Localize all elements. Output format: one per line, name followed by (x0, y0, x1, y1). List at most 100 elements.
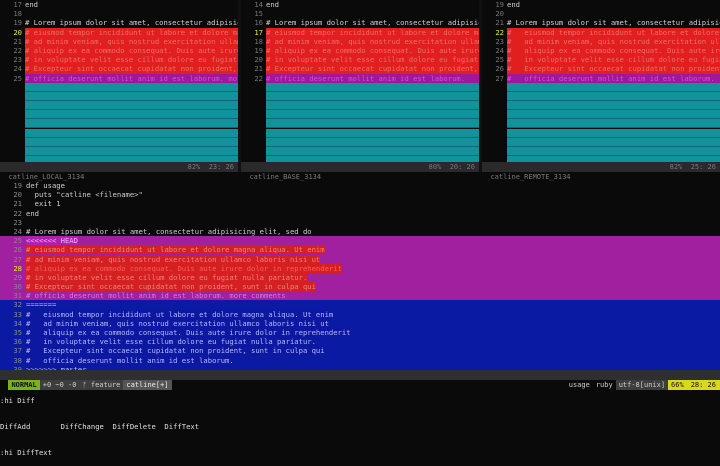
line-number: 23 (13, 217, 22, 227)
command-line[interactable]: :hi Diff DiffAdd DiffChange DiffDelete D… (0, 380, 720, 466)
line-text: <<<<<<< HEAD (26, 236, 78, 246)
line-number: 22 (13, 45, 22, 55)
code-line: 22 # officia deserunt mollit anim id est … (241, 73, 479, 83)
line-text: # Excepteur sint occaecat cupidatat non … (507, 64, 720, 74)
code-line: 19 # Lorem ipsum dolor sit amet, consecte… (0, 18, 238, 27)
line-text: # Lorem ipsum dolor sit amet, consectetu… (266, 18, 479, 28)
filler-block (507, 119, 720, 129)
conflict-line: 27 # ad minim veniam, quis nostrud exerci… (0, 254, 720, 264)
filler-block (507, 128, 720, 138)
status-position: 25: 26 (690, 163, 716, 171)
merged-editor[interactable]: 19 def usage 20 puts "catline <filename>" 2… (0, 181, 720, 374)
line-text: # ad minim veniam, quis nostrud exercita… (26, 318, 329, 328)
filler-line (241, 137, 479, 147)
filler-line (0, 110, 238, 120)
line-text: # eiusmod tempor incididunt ut labore et… (266, 27, 479, 37)
line-text: # aliquip ex ea commodo consequat. Duis … (266, 45, 479, 56)
line-number: 18 (254, 36, 263, 46)
filler-line (482, 128, 720, 138)
line-number: 21 (13, 199, 22, 209)
code-line: 25 # officia deserunt mollit anim id est … (0, 73, 238, 83)
line-number: 19 (13, 181, 22, 190)
line-number: 23 (495, 36, 504, 46)
code-line: 18 # ad minim veniam, quis nostrud exerci… (241, 36, 479, 46)
filler-block (507, 110, 720, 120)
code-line: 24 # Excepteur sint occaecat cupidatat no… (0, 64, 238, 74)
line-number: 20 (13, 27, 22, 37)
line-number: 22 (495, 27, 504, 37)
conflict-line: 30 # Excepteur sint occaecat cupidatat no… (0, 282, 720, 292)
filler-line (0, 119, 238, 129)
filler-block (266, 147, 479, 156)
filler-line (241, 82, 479, 92)
code-line: 18 (0, 9, 238, 18)
line-number: 26 (495, 64, 504, 74)
line-text: # officia deserunt mollit anim id est la… (266, 73, 479, 83)
pane-base[interactable]: 14 end 15 16 # Lorem ipsum dolor sit amet, c… (241, 0, 479, 172)
filler-block (266, 119, 479, 129)
pane-remote[interactable]: 19 end 20 21 # Lorem ipsum dolor sit amet, c… (482, 0, 720, 172)
line-text: # ad minim veniam, quis nostrud exercita… (26, 254, 321, 264)
code-line: 16 # Lorem ipsum dolor sit amet, consecte… (241, 18, 479, 27)
code-line: 17 # eiusmod tempor incididunt ut labore … (241, 27, 479, 37)
status-position: 20: 26 (449, 163, 475, 171)
line-number: 26 (13, 245, 22, 255)
line-text: # eiusmod tempor incididunt ut labore et… (507, 27, 720, 37)
line-number: 19 (13, 18, 22, 28)
command-history-line: :hi Diff (0, 396, 35, 406)
line-text: # in voluptate velit esse cillum dolore … (26, 272, 308, 282)
pane-local[interactable]: 17 end 18 19 # Lorem ipsum dolor sit amet, c… (0, 0, 238, 172)
code-line: 20 puts "catline <filename>" (0, 190, 720, 199)
code-line: 26 # Excepteur sint occaecat cupidatat no… (482, 64, 720, 74)
status-filename: catline_REMOTE_3134 (490, 173, 571, 181)
line-text: # ad minim veniam, quis nostrud exercita… (266, 36, 479, 46)
filler-line (0, 137, 238, 147)
code-line: 21 # Excepteur sint occaecat cupidatat no… (241, 64, 479, 74)
line-text: # aliquip ex ea commodo consequat. Duis … (26, 263, 342, 273)
line-text: # Excepteur sint occaecat cupidatat non … (26, 346, 325, 356)
code-line: 15 (241, 9, 479, 18)
code-line: 25 # in voluptate velit esse cillum dolor… (482, 55, 720, 65)
pane-status-remote: catline_REMOTE_3134 82% 25: 26 (482, 162, 720, 181)
line-text: exit 1 (26, 199, 61, 209)
line-number: 21 (495, 18, 504, 28)
filler-block (25, 91, 238, 101)
line-number: 25 (13, 73, 22, 83)
line-number: 34 (13, 318, 22, 328)
line-text: # in voluptate velit esse cillum dolore … (266, 55, 479, 65)
conflict-line: 25 <<<<<<< HEAD (0, 236, 720, 246)
line-text: # eiusmod tempor incididunt ut labore et… (26, 309, 334, 319)
command-input[interactable]: :hi DiffText (0, 448, 720, 458)
line-text: # officia deserunt mollit anim id est la… (26, 355, 234, 365)
completion-menu: DiffAdd DiffChange DiffDelete DiffText (0, 421, 200, 431)
filler-line (241, 147, 479, 156)
code-line: 14 end (241, 0, 479, 9)
conflict-line: 28 # aliquip ex ea commodo consequat. Dui… (0, 263, 720, 273)
filler-line (241, 91, 479, 101)
line-number: 30 (13, 282, 22, 292)
line-number: 16 (254, 18, 263, 28)
line-text: # Excepteur sint occaecat cupidatat non … (266, 64, 479, 74)
line-number: 36 (13, 337, 22, 347)
line-text: # Excepteur sint occaecat cupidatat non … (25, 64, 238, 74)
filler-block (507, 137, 720, 147)
line-number: 27 (13, 254, 22, 264)
code-line: 20 # eiusmod tempor incididunt ut labore … (0, 27, 238, 37)
line-text: # in voluptate velit esse cillum dolore … (26, 337, 316, 347)
line-number: 21 (13, 36, 22, 46)
line-text: # aliquip ex ea commodo consequat. Duis … (25, 45, 238, 56)
line-number: 20 (495, 9, 504, 19)
line-number: 28 (13, 263, 22, 273)
line-text: # Lorem ipsum dolor sit amet, consectetu… (25, 18, 238, 28)
line-text: # Excepteur sint occaecat cupidatat non … (26, 282, 316, 292)
filler-line (0, 82, 238, 92)
line-text: ======= (26, 300, 57, 310)
conflict-line: 38 # officia deserunt mollit anim id est … (0, 355, 720, 365)
line-number: 22 (13, 208, 22, 218)
filler-line (241, 101, 479, 111)
line-text: # Lorem ipsum dolor sit amet, consectetu… (507, 18, 720, 28)
filler-line (241, 128, 479, 138)
code-line: 20 (482, 9, 720, 18)
line-number: 35 (13, 328, 22, 337)
conflict-line: 33 # eiusmod tempor incididunt ut labore … (0, 309, 720, 319)
